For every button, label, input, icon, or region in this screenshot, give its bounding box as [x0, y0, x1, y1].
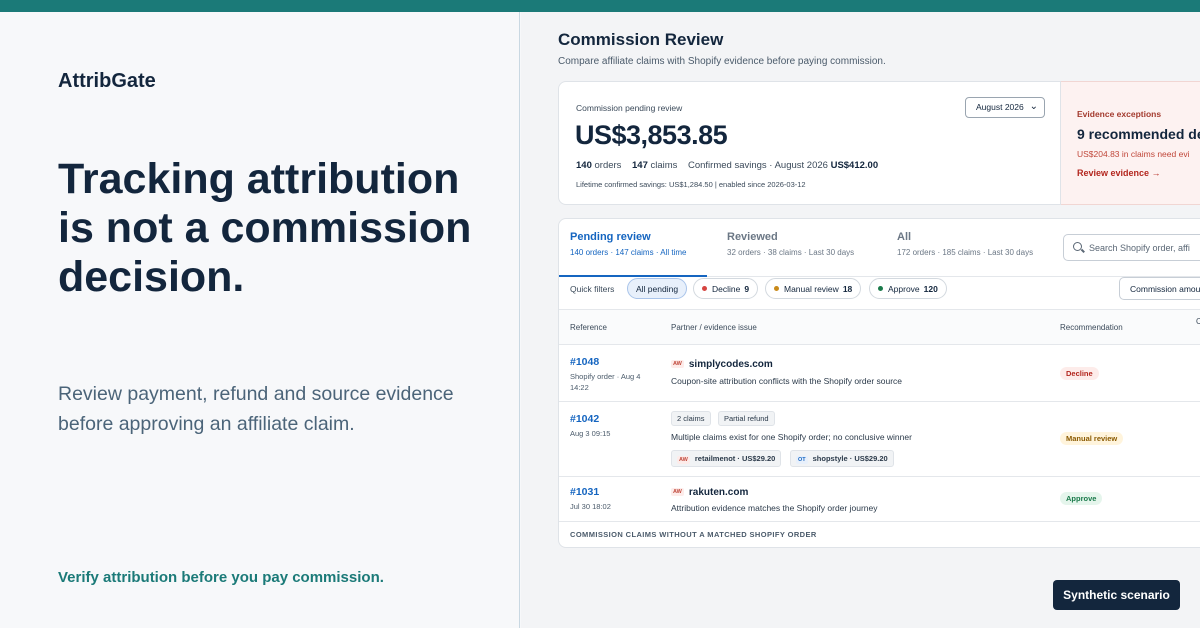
- sub-claim-text: shopstyle · US$29.20: [812, 454, 888, 463]
- network-badge: AW: [677, 456, 690, 464]
- recommendation-badge: Approve: [1060, 492, 1103, 505]
- header-reference: Reference: [570, 323, 607, 332]
- evidence-issue: Coupon-site attribution conflicts with t…: [671, 376, 903, 386]
- commission-amount-filter[interactable]: Commission amou: [1119, 277, 1200, 300]
- savings-value: US$412.00: [830, 160, 879, 171]
- filter-approve-count: 120: [923, 284, 938, 294]
- tab-pending-review[interactable]: Pending review 140 orders · 147 claims ·…: [570, 231, 687, 257]
- filter-all-pending[interactable]: All pending: [627, 278, 688, 299]
- order-meta: Aug 3 09:15: [570, 429, 611, 438]
- tagline: Verify attribution before you pay commis…: [58, 569, 384, 586]
- tab-reviewed[interactable]: Reviewed 32 orders · 38 claims · Last 30…: [727, 231, 854, 257]
- tab-all[interactable]: All 172 orders · 185 claims · Last 30 da…: [897, 231, 1033, 257]
- filter-decline[interactable]: Decline 9: [693, 278, 759, 299]
- sub-claim-text: retailmenot · US$29.20: [694, 454, 776, 463]
- search-icon: [1073, 242, 1082, 251]
- table-row[interactable]: #1031 Jul 30 18:02 AW rakuten.com Attribu…: [559, 477, 1200, 522]
- network-badge: AW: [671, 360, 684, 368]
- partner-domain: simplycodes.com: [688, 359, 773, 370]
- network-badge: AW: [671, 488, 684, 496]
- filter-decline-label: Decline: [712, 284, 741, 294]
- summary-card: Commission pending review August 2026 ⌄ …: [558, 81, 1061, 205]
- savings-label: Confirmed savings · August 2026: [687, 160, 828, 171]
- orders-count: 140: [576, 160, 592, 171]
- month-select-value: August 2026: [976, 102, 1024, 112]
- header-extra: C: [1196, 317, 1200, 326]
- summary-stats: 140 orders 147 claims Confirmed savings …: [576, 160, 878, 171]
- filter-approve-label: Approve: [888, 284, 920, 294]
- synthetic-scenario-badge: Synthetic scenario: [1053, 580, 1180, 610]
- manual-dot-icon: [774, 286, 779, 291]
- filter-manual-count: 18: [842, 284, 853, 294]
- lifetime-savings: Lifetime confirmed savings: US$1,284.50 …: [576, 180, 806, 189]
- recommendation-badge: Decline: [1060, 367, 1099, 380]
- pending-amount: US$3,853.85: [575, 120, 728, 150]
- tab-pending-name: Pending review: [570, 231, 651, 243]
- filter-decline-count: 9: [744, 284, 750, 294]
- chevron-down-icon: ⌄: [1029, 101, 1038, 112]
- decline-dot-icon: [702, 286, 707, 291]
- recommendation-badge: Manual review: [1060, 432, 1124, 445]
- tab-all-meta: 172 orders · 185 claims · Last 30 days: [897, 248, 1034, 257]
- order-meta: Jul 30 18:02: [570, 502, 611, 511]
- order-meta: Shopify order · Aug 4 14:22: [570, 372, 641, 392]
- order-reference-link[interactable]: #1031: [570, 486, 599, 498]
- top-accent-bar: [0, 0, 1200, 12]
- partner-name: AW simplycodes.com: [671, 359, 773, 370]
- header-partner: Partner / evidence issue: [671, 323, 757, 332]
- refund-tag: Partial refund: [718, 411, 775, 426]
- order-reference-link[interactable]: #1048: [570, 356, 599, 368]
- search-placeholder: Search Shopify order, affi: [1089, 243, 1190, 253]
- quick-filters-label: Quick filters: [570, 284, 615, 294]
- summary-label: Commission pending review: [576, 103, 683, 113]
- filter-manual-review[interactable]: Manual review 18: [765, 278, 862, 299]
- claims-panel: Pending review 140 orders · 147 claims ·…: [558, 218, 1200, 548]
- partner-name: AW rakuten.com: [671, 487, 748, 498]
- claims-tag: 2 claims: [671, 411, 711, 426]
- claims-label: claims: [650, 160, 678, 171]
- headline: Tracking attribution is not a commission…: [58, 155, 472, 301]
- table-header: Reference Partner / evidence issue Recom…: [559, 309, 1200, 345]
- partner-domain: rakuten.com: [688, 487, 749, 498]
- exceptions-card: Evidence exceptions 9 recommended de US$…: [1061, 81, 1200, 205]
- tab-all-name: All: [897, 231, 912, 243]
- exceptions-label: Evidence exceptions: [1077, 109, 1162, 119]
- brand-logo: AttribGate: [58, 70, 156, 92]
- filter-all-pending-label: All pending: [636, 284, 679, 294]
- order-reference-link[interactable]: #1042: [570, 413, 599, 425]
- page-subtitle: Compare affiliate claims with Shopify ev…: [558, 56, 886, 67]
- claims-count: 147: [632, 160, 648, 171]
- filter-manual-label: Manual review: [784, 284, 839, 294]
- header-recommendation[interactable]: Recommendation: [1060, 323, 1123, 332]
- active-tab-indicator: [559, 275, 707, 277]
- search-input[interactable]: Search Shopify order, affi: [1063, 234, 1200, 261]
- network-badge: OT: [796, 456, 808, 464]
- review-evidence-link[interactable]: Review evidence →: [1077, 168, 1161, 178]
- evidence-issue: Multiple claims exist for one Shopify or…: [671, 432, 912, 442]
- approve-dot-icon: [878, 286, 883, 291]
- marketing-panel: AttribGate Tracking attribution is not a…: [0, 12, 520, 628]
- orders-label: orders: [594, 160, 622, 171]
- tab-reviewed-meta: 32 orders · 38 claims · Last 30 days: [727, 248, 855, 257]
- filter-approve[interactable]: Approve 120: [869, 278, 947, 299]
- unmatched-claims-heading: COMMISSION CLAIMS WITHOUT A MATCHED SHOP…: [570, 530, 817, 539]
- table-row[interactable]: #1042 Aug 3 09:15 2 claims Partial refun…: [559, 402, 1200, 477]
- tab-pending-meta: 140 orders · 147 claims · All time: [570, 248, 687, 257]
- sub-claim[interactable]: AW retailmenot · US$29.20: [671, 450, 782, 467]
- page-title: Commission Review: [558, 30, 724, 49]
- app-screenshot: Commission Review Compare affiliate clai…: [521, 12, 1200, 628]
- table-row[interactable]: #1048 Shopify order · Aug 4 14:22 AW simp…: [559, 345, 1200, 402]
- exceptions-note: US$204.83 in claims need evi: [1077, 149, 1190, 159]
- month-select[interactable]: August 2026 ⌄: [965, 97, 1045, 118]
- evidence-issue: Attribution evidence matches the Shopify…: [671, 503, 878, 513]
- subcopy: Review payment, refund and source eviden…: [58, 383, 454, 435]
- sub-claim[interactable]: OT shopstyle · US$29.20: [790, 450, 894, 467]
- exceptions-title: 9 recommended de: [1077, 126, 1200, 142]
- tab-reviewed-name: Reviewed: [727, 231, 778, 243]
